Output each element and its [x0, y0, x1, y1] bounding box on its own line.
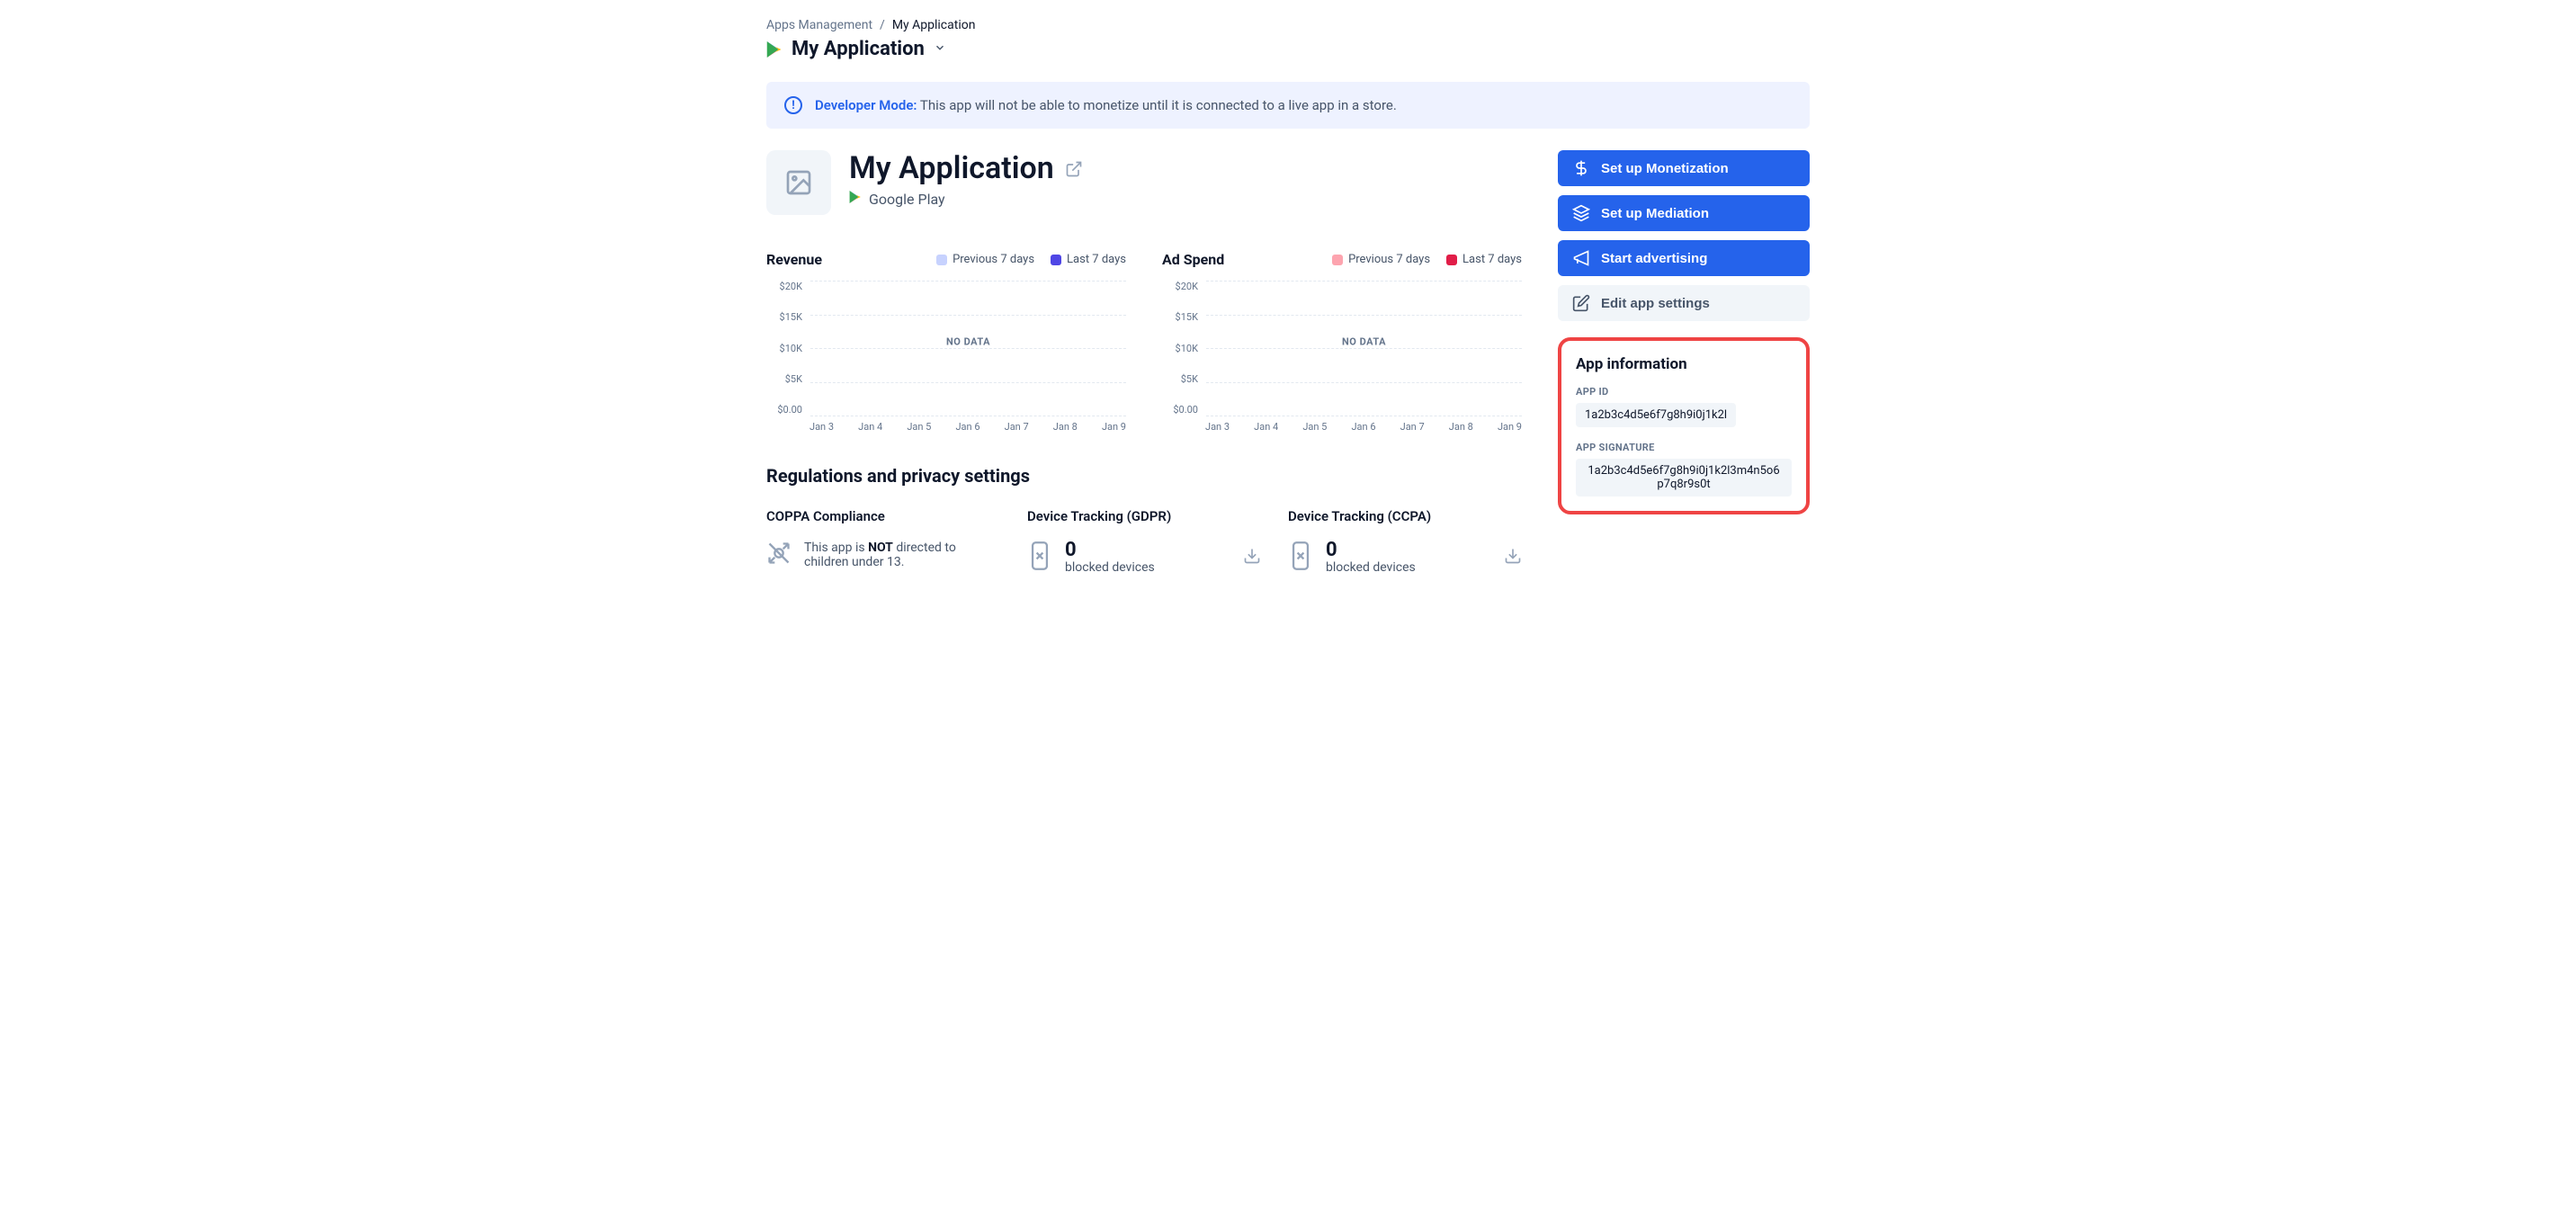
- app-header: My Application Google Play: [766, 150, 1522, 215]
- breadcrumb-parent[interactable]: Apps Management: [766, 18, 872, 32]
- gdpr-title: Device Tracking (GDPR): [1027, 508, 1261, 524]
- ccpa-count: 0: [1326, 541, 1416, 560]
- breadcrumb-current: My Application: [892, 18, 976, 32]
- no-data-label: NO DATA: [946, 335, 990, 347]
- ccpa-title: Device Tracking (CCPA): [1288, 508, 1522, 524]
- no-data-label: NO DATA: [1342, 335, 1386, 347]
- external-link-icon[interactable]: [1065, 150, 1083, 186]
- info-icon: !: [784, 96, 802, 114]
- breadcrumb: Apps Management / My Application: [766, 18, 1810, 32]
- app-selector[interactable]: My Application: [766, 38, 1810, 60]
- legend-prev: Previous 7 days: [1332, 253, 1430, 266]
- revenue-chart: Revenue Previous 7 days Last 7 days $20K…: [766, 251, 1126, 433]
- google-play-icon: [766, 40, 783, 58]
- ccpa-label: blocked devices: [1326, 560, 1416, 575]
- google-play-icon: [849, 190, 862, 208]
- legend-prev: Previous 7 days: [936, 253, 1034, 266]
- ccpa-card: Device Tracking (CCPA) 0 blocked devices: [1288, 508, 1522, 575]
- app-thumbnail-placeholder: [766, 150, 831, 215]
- app-signature-value[interactable]: 1a2b3c4d5e6f7g8h9i0j1k2l3m4n5o6p7q8r9s0t: [1576, 459, 1792, 496]
- gdpr-count: 0: [1065, 541, 1155, 560]
- setup-monetization-button[interactable]: Set up Monetization: [1558, 150, 1810, 186]
- download-icon[interactable]: [1243, 547, 1261, 568]
- app-id-label: APP ID: [1576, 386, 1792, 398]
- device-blocked-icon: [1288, 541, 1313, 575]
- alert-prefix: Developer Mode:: [815, 97, 917, 113]
- regulations-heading: Regulations and privacy settings: [766, 465, 1522, 487]
- legend-curr: Last 7 days: [1446, 253, 1522, 266]
- chevron-down-icon: [934, 41, 946, 58]
- breadcrumb-separator: /: [880, 18, 885, 32]
- app-name-heading: My Application: [849, 150, 1054, 186]
- app-signature-label: APP SIGNATURE: [1576, 442, 1792, 453]
- alert-message: This app will not be able to monetize un…: [920, 97, 1397, 113]
- app-selector-title: My Application: [792, 38, 925, 60]
- app-information-panel: App information APP ID 1a2b3c4d5e6f7g8h9…: [1558, 337, 1810, 514]
- candy-off-icon: [766, 541, 792, 569]
- device-blocked-icon: [1027, 541, 1052, 575]
- coppa-card: COPPA Compliance This app is NOT directe…: [766, 508, 1000, 575]
- setup-mediation-button[interactable]: Set up Mediation: [1558, 195, 1810, 231]
- edit-app-settings-button[interactable]: Edit app settings: [1558, 285, 1810, 321]
- developer-mode-alert: ! Developer Mode: This app will not be a…: [766, 82, 1810, 129]
- platform-label: Google Play: [869, 191, 945, 208]
- gdpr-label: blocked devices: [1065, 560, 1155, 575]
- app-info-heading: App information: [1576, 355, 1792, 373]
- coppa-title: COPPA Compliance: [766, 508, 1000, 524]
- download-icon[interactable]: [1504, 547, 1522, 568]
- app-id-value[interactable]: 1a2b3c4d5e6f7g8h9i0j1k2l: [1576, 403, 1736, 427]
- revenue-chart-title: Revenue: [766, 251, 822, 268]
- adspend-chart: Ad Spend Previous 7 days Last 7 days $20…: [1162, 251, 1522, 433]
- start-advertising-button[interactable]: Start advertising: [1558, 240, 1810, 276]
- legend-curr: Last 7 days: [1051, 253, 1126, 266]
- adspend-chart-title: Ad Spend: [1162, 251, 1224, 268]
- gdpr-card: Device Tracking (GDPR) 0 blocked devices: [1027, 508, 1261, 575]
